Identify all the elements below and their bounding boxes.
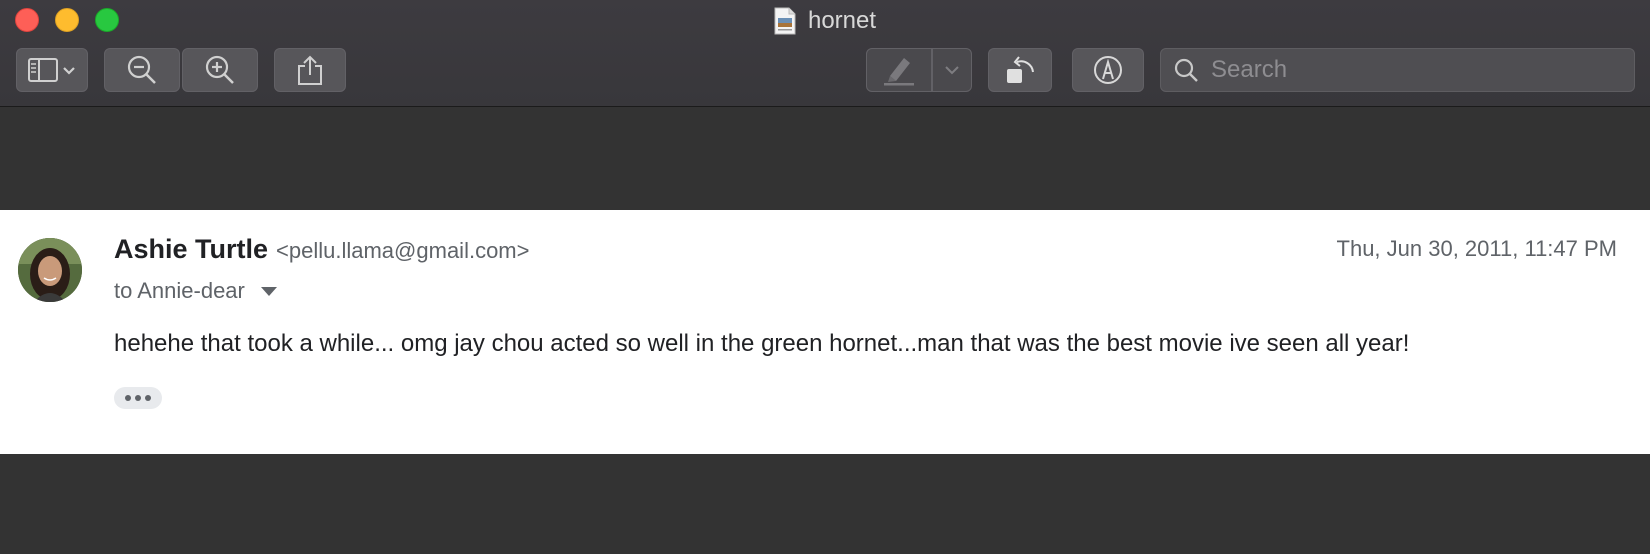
share-button[interactable]: [274, 48, 346, 92]
zoom-out-icon: [127, 55, 156, 84]
search-input[interactable]: [1211, 56, 1611, 84]
email-message: Ashie Turtle <pellu.llama@gmail.com> Thu…: [0, 210, 1650, 454]
sender-avatar: [18, 238, 82, 302]
highlight-options-button[interactable]: [932, 48, 972, 92]
recipient-label: to Annie-dear: [114, 278, 245, 303]
zoom-in-button[interactable]: [182, 48, 258, 92]
search-field[interactable]: [1160, 48, 1635, 92]
show-trimmed-content-button[interactable]: [114, 387, 162, 409]
highlight-button[interactable]: [866, 48, 932, 92]
sender-line: Ashie Turtle <pellu.llama@gmail.com>: [114, 234, 529, 265]
chevron-down-icon: [945, 66, 959, 75]
window-titlebar: hornet: [0, 0, 1650, 107]
zoom-in-icon: [205, 55, 234, 84]
highlighter-icon: [884, 58, 914, 86]
document-icon: [774, 7, 796, 35]
caret-down-icon[interactable]: [260, 286, 277, 296]
email-date: Thu, Jun 30, 2011, 11:47 PM: [1336, 236, 1617, 261]
rotate-icon: [1007, 56, 1034, 83]
email-body: hehehe that took a while... omg jay chou…: [114, 330, 1410, 357]
markup-pen-icon: [1094, 56, 1122, 84]
recipients-toggle[interactable]: to Annie-dear: [114, 278, 277, 304]
sidebar-toggle-button[interactable]: [16, 48, 88, 92]
sender-name: Ashie Turtle: [114, 234, 269, 264]
markup-button[interactable]: [1072, 48, 1144, 92]
rotate-button[interactable]: [988, 48, 1052, 92]
zoom-out-button[interactable]: [104, 48, 180, 92]
window-title: hornet: [0, 6, 1650, 36]
ellipsis-icon: [125, 395, 151, 401]
search-icon: [1174, 58, 1198, 82]
share-icon: [298, 55, 322, 85]
window-title-text: hornet: [807, 7, 877, 34]
sender-email: <pellu.llama@gmail.com>: [276, 238, 530, 263]
sidebar-toggle-icon: [28, 58, 75, 82]
